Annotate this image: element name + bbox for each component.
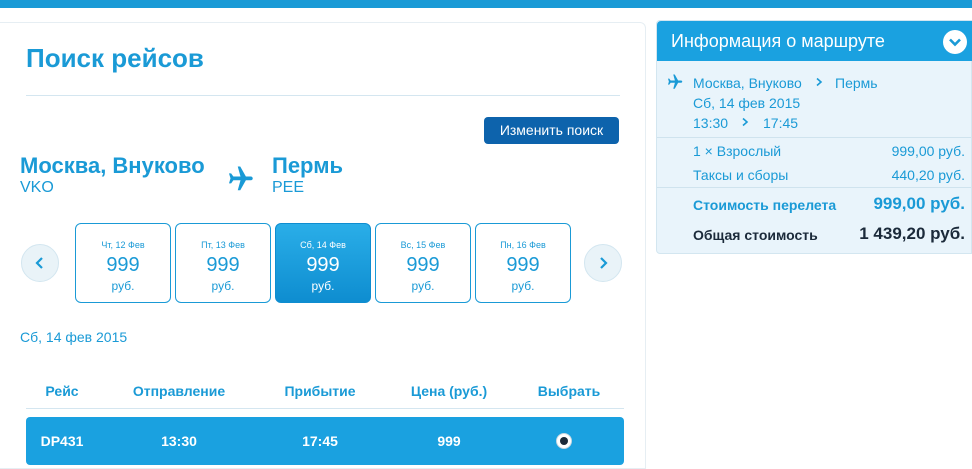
route-date: Сб, 14 фев 2015 bbox=[693, 95, 801, 111]
next-dates-button[interactable] bbox=[584, 244, 622, 282]
origin-city: Москва, Внуково bbox=[20, 153, 205, 178]
flight-cost-value: 999,00 руб. bbox=[873, 194, 965, 213]
table-row[interactable]: DP431 13:30 17:45 999 bbox=[26, 417, 624, 465]
destination-code: PEE bbox=[272, 179, 305, 196]
passengers-price: 999,00 руб. bbox=[891, 143, 965, 159]
passengers-label: 1 × Взрослый bbox=[693, 143, 782, 159]
column-header-departure: Отправление bbox=[132, 383, 226, 399]
route-info-panel: Информация о маршруте Москва, Внуково Пе… bbox=[656, 20, 972, 254]
column-header-arrival: Прибытие bbox=[284, 383, 356, 399]
chevron-right-icon bbox=[742, 117, 749, 127]
taxes-label: Таксы и сборы bbox=[693, 167, 789, 183]
date-card-day: Вс, 15 Фев bbox=[400, 240, 446, 250]
route-info-header[interactable]: Информация о маршруте bbox=[657, 21, 972, 61]
chevron-right-icon bbox=[816, 77, 823, 87]
column-header-flight: Рейс bbox=[45, 383, 79, 399]
departure-time: 13:30 bbox=[161, 433, 197, 449]
date-card-day: Сб, 14 Фев bbox=[300, 240, 346, 250]
date-card-price: 999 bbox=[306, 254, 340, 276]
date-card-4[interactable]: Пн, 16 Фев 999 руб. bbox=[475, 223, 571, 303]
date-card-price: 999 bbox=[206, 254, 240, 276]
date-card-day: Чт, 12 Фев bbox=[101, 240, 145, 250]
chevron-down-icon bbox=[949, 38, 961, 47]
date-card-day: Пт, 13 Фев bbox=[201, 240, 245, 250]
taxes-price: 440,20 руб. bbox=[891, 167, 965, 183]
date-card-0[interactable]: Чт, 12 Фев 999 руб. bbox=[75, 223, 171, 303]
select-flight-radio[interactable] bbox=[556, 433, 572, 449]
prev-dates-button[interactable] bbox=[21, 244, 59, 282]
arrival-time: 17:45 bbox=[302, 433, 338, 449]
flight-cost-label: Стоимость перелета bbox=[693, 197, 837, 213]
radio-selected-dot bbox=[560, 437, 568, 445]
chevron-right-icon bbox=[600, 257, 608, 269]
date-card-price: 999 bbox=[506, 254, 540, 276]
selected-date-label: Сб, 14 фев 2015 bbox=[20, 329, 128, 345]
date-card-3[interactable]: Вс, 15 Фев 999 руб. bbox=[375, 223, 471, 303]
divider bbox=[26, 95, 620, 96]
total-label: Общая стоимость bbox=[693, 227, 818, 243]
date-card-currency: руб. bbox=[511, 279, 535, 293]
destination-city: Пермь bbox=[272, 153, 343, 178]
date-card-price: 999 bbox=[106, 254, 140, 276]
date-card-2-selected[interactable]: Сб, 14 Фев 999 руб. bbox=[275, 223, 371, 303]
column-header-select: Выбрать bbox=[537, 383, 601, 399]
flight-price: 999 bbox=[437, 433, 461, 449]
flights-table-header: Рейс Отправление Прибытие Цена (руб.) Вы… bbox=[26, 373, 624, 409]
date-card-day: Пн, 16 Фев bbox=[500, 240, 546, 250]
route-arr-time: 17:45 bbox=[763, 115, 799, 131]
column-header-price: Цена (руб.) bbox=[410, 383, 488, 399]
search-panel: Поиск рейсов Изменить поиск Москва, Внук… bbox=[0, 22, 646, 469]
airplane-icon bbox=[229, 166, 253, 191]
date-card-currency: руб. bbox=[111, 279, 135, 293]
date-card-currency: руб. bbox=[411, 279, 435, 293]
route-to: Пермь bbox=[835, 75, 878, 91]
airplane-icon bbox=[668, 74, 683, 89]
route-from: Москва, Внуково bbox=[693, 75, 802, 91]
collapse-toggle-button[interactable] bbox=[943, 30, 967, 54]
total-value: 1 439,20 руб. bbox=[859, 224, 965, 243]
divider bbox=[657, 137, 971, 138]
flight-number: DP431 bbox=[40, 433, 84, 449]
date-card-currency: руб. bbox=[311, 279, 335, 293]
origin-code: VKO bbox=[20, 179, 54, 196]
route-info-title: Информация о маршруте bbox=[671, 31, 885, 51]
divider bbox=[657, 187, 971, 188]
top-accent-bar bbox=[0, 0, 972, 8]
date-card-1[interactable]: Пт, 13 Фев 999 руб. bbox=[175, 223, 271, 303]
date-card-price: 999 bbox=[406, 254, 440, 276]
route-dep-time: 13:30 bbox=[693, 115, 729, 131]
change-search-button[interactable]: Изменить поиск bbox=[484, 117, 619, 144]
date-card-currency: руб. bbox=[211, 279, 235, 293]
page-title: Поиск рейсов bbox=[26, 43, 204, 73]
chevron-left-icon bbox=[35, 257, 43, 269]
